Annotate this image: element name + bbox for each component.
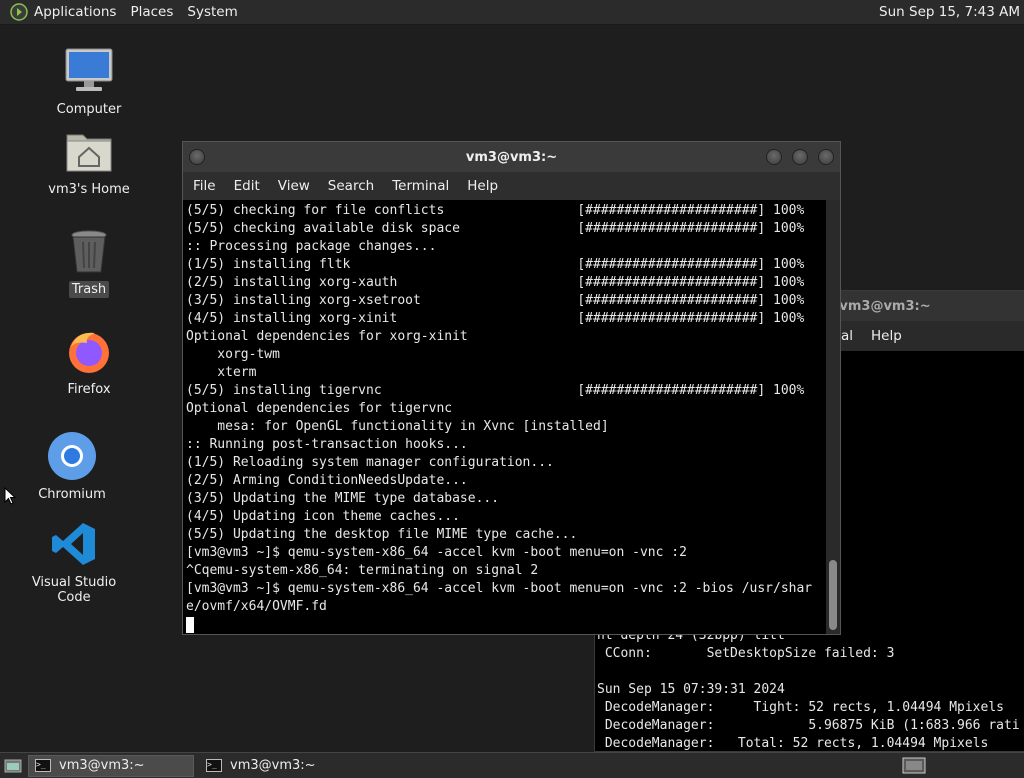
menu-view[interactable]: View [278, 178, 310, 194]
menu-help[interactable]: Help [467, 178, 498, 194]
menu-search[interactable]: Search [328, 178, 374, 194]
trash-icon [63, 225, 115, 277]
terminal-line: CConn: SetDesktopSize failed: 3 [597, 646, 895, 661]
menu-system[interactable]: System [187, 4, 237, 20]
taskbar-item-terminal-2[interactable]: >_ vm3@vm3:~ [200, 755, 360, 777]
desktop-icon-label: Visual Studio Code [31, 575, 117, 605]
desktop-icon-home[interactable]: vm3's Home [29, 125, 149, 198]
terminal-line: (1/5) installing fltk [#################… [186, 257, 805, 272]
terminal-line: DecodeManager: Tight: 52 rects, 1.04494 … [597, 700, 1004, 715]
workspace-switcher-icon[interactable] [902, 756, 928, 776]
terminal-line: e/ovmf/x64/OVMF.fd [186, 599, 327, 614]
terminal-scrollbar[interactable] [826, 200, 840, 634]
front-terminal-window[interactable]: vm3@vm3:~ File Edit View Search Terminal… [182, 141, 841, 635]
terminal-line: :: Processing package changes... [186, 239, 437, 254]
terminal-line: (5/5) checking for file conflicts [#####… [186, 203, 805, 218]
computer-icon [63, 45, 115, 97]
terminal-line: (5/5) Updating the desktop file MIME typ… [186, 527, 578, 542]
scrollbar-thumb[interactable] [829, 560, 837, 630]
text-cursor [186, 617, 194, 633]
window-title: vm3@vm3:~ [465, 149, 558, 165]
terminal-line: (2/5) Arming ConditionNeedsUpdate... [186, 473, 468, 488]
front-terminal-titlebar[interactable]: vm3@vm3:~ [183, 142, 840, 172]
terminal-line: xterm [186, 365, 257, 380]
front-terminal-menubar: File Edit View Search Terminal Help [183, 172, 840, 200]
task-label: vm3@vm3:~ [59, 758, 145, 773]
terminal-line: (2/5) installing xorg-xauth [###########… [186, 275, 805, 290]
desktop-icon-label: Chromium [38, 487, 106, 502]
desktop-icon-label: Trash [68, 281, 110, 298]
menu-places[interactable]: Places [130, 4, 173, 20]
menu-terminal[interactable]: Terminal [392, 178, 449, 194]
desktop-icon-firefox[interactable]: Firefox [29, 325, 149, 398]
front-terminal-viewport[interactable]: (5/5) checking for file conflicts [#####… [183, 200, 826, 634]
panel-menu: Applications Places System [0, 0, 252, 24]
desktop-icon-vscode[interactable]: Visual Studio Code [14, 518, 134, 606]
vscode-icon [48, 518, 100, 570]
window-menu-icon[interactable] [189, 149, 205, 165]
terminal-line: Optional dependencies for tigervnc [186, 401, 453, 416]
menu-applications[interactable]: Applications [34, 4, 116, 20]
terminal-line: [vm3@vm3 ~]$ qemu-system-x86_64 -accel k… [186, 545, 687, 560]
window-title: vm3@vm3:~ [839, 298, 931, 314]
terminal-line: (5/5) checking available disk space [###… [186, 221, 805, 236]
desktop-icon-trash[interactable]: Trash [29, 225, 149, 298]
desktop-icon-label: vm3's Home [48, 182, 130, 197]
taskbar: >_ vm3@vm3:~ >_ vm3@vm3:~ [0, 752, 1024, 778]
taskbar-item-terminal-1[interactable]: >_ vm3@vm3:~ [28, 754, 194, 777]
terminal-icon: >_ [206, 759, 222, 772]
desktop-icon-label: Firefox [67, 382, 111, 397]
terminal-line: (4/5) installing xorg-xinit [###########… [186, 311, 805, 326]
minimize-icon[interactable] [766, 149, 782, 165]
terminal-line: :: Running post-transaction hooks... [186, 437, 468, 452]
chromium-icon [46, 430, 98, 482]
terminal-line: DecodeManager: Total: 52 rects, 1.04494 … [597, 736, 989, 751]
show-desktop-icon[interactable] [4, 758, 22, 774]
desktop-icon-label: Computer [56, 102, 122, 117]
applications-logo-icon [10, 3, 28, 21]
menu-edit[interactable]: Edit [234, 178, 260, 194]
home-folder-icon [63, 125, 115, 177]
firefox-icon [63, 325, 115, 377]
top-panel: Applications Places System Sun Sep 15, 7… [0, 0, 1024, 25]
desktop-icon-chromium[interactable]: Chromium [12, 430, 132, 503]
terminal-line: (4/5) Updating icon theme caches... [186, 509, 460, 524]
front-terminal-output[interactable]: (5/5) checking for file conflicts [#####… [183, 200, 826, 616]
terminal-line: (3/5) installing xorg-xsetroot [########… [186, 293, 805, 308]
terminal-line: Optional dependencies for xorg-xinit [186, 329, 468, 344]
terminal-line: ^Cqemu-system-x86_64: terminating on sig… [186, 563, 539, 578]
terminal-line: xorg-twm [186, 347, 280, 362]
mouse-pointer-icon [4, 487, 16, 505]
close-icon[interactable] [818, 149, 834, 165]
terminal-line: mesa: for OpenGL functionality in Xvnc [… [186, 419, 609, 434]
task-label: vm3@vm3:~ [230, 758, 316, 773]
terminal-line: Sun Sep 15 07:39:31 2024 [597, 682, 785, 697]
maximize-icon[interactable] [792, 149, 808, 165]
terminal-line: (3/5) Updating the MIME type database... [186, 491, 500, 506]
menu-file[interactable]: File [193, 178, 216, 194]
desktop-icon-computer[interactable]: Computer [29, 45, 149, 118]
menu-terminal-partial[interactable]: al [841, 328, 853, 344]
terminal-icon: >_ [35, 759, 51, 772]
terminal-line: (1/5) Reloading system manager configura… [186, 455, 554, 470]
terminal-line: (5/5) installing tigervnc [#############… [186, 383, 805, 398]
menu-help[interactable]: Help [871, 328, 902, 344]
terminal-line: [vm3@vm3 ~]$ qemu-system-x86_64 -accel k… [186, 581, 813, 596]
terminal-line: DecodeManager: 5.96875 KiB (1:683.966 ra… [597, 718, 1020, 733]
clock[interactable]: Sun Sep 15, 7:43 AM [879, 4, 1020, 20]
